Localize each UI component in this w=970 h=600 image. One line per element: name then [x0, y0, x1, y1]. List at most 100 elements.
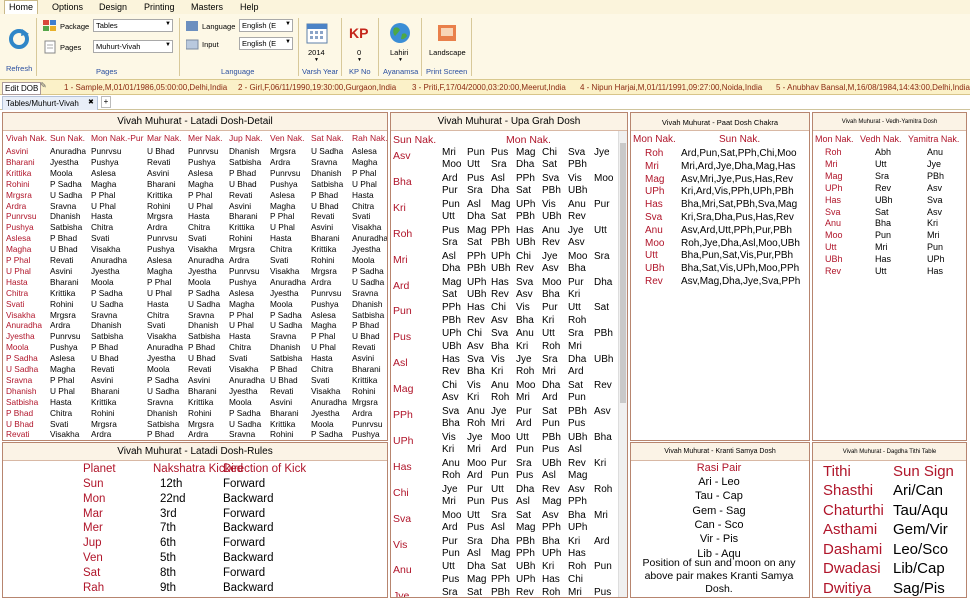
mon-nak: Jye — [542, 250, 558, 262]
mon-nak: Asv — [442, 392, 459, 404]
mon-nak: Pus — [542, 444, 560, 456]
mon-nak: Mri — [542, 366, 556, 378]
year-value[interactable]: 2014 — [308, 48, 325, 57]
mon-nak: Moo — [594, 172, 614, 184]
mon-nak: Rev — [542, 236, 560, 248]
scrollbar-thumb[interactable] — [620, 143, 626, 403]
dob-record-4[interactable]: 4 - Nipun Harjai,M,01/11/1991,09:27:00,N… — [580, 83, 762, 92]
column-header: Sat Nak. — [311, 133, 344, 143]
close-icon[interactable]: ✖ — [88, 98, 94, 106]
print-icon[interactable] — [437, 23, 457, 43]
kick-direction: Forward — [223, 478, 266, 490]
table-cell: P Phal — [311, 331, 336, 342]
table-cell: U Sadha — [188, 298, 221, 309]
refresh-label[interactable]: Refresh — [6, 64, 32, 73]
table-cell: Magha — [50, 364, 76, 374]
table-cell: Pushya — [91, 156, 119, 167]
table-cell: Satbisha — [270, 353, 303, 364]
mon-nak: Pun — [594, 561, 612, 573]
mon-nak: Asl — [467, 547, 481, 559]
table-cell: P Phal — [352, 167, 377, 178]
kp-icon[interactable]: KP — [349, 24, 371, 42]
mon-nak: Sat — [542, 159, 558, 171]
mon-nak: Chi — [568, 573, 584, 585]
mon-nak: Vis — [491, 354, 505, 366]
menu-printing[interactable]: Printing — [144, 2, 175, 12]
menu-home[interactable]: Home — [4, 0, 39, 14]
menu-help[interactable]: Help — [240, 2, 259, 12]
pencil-icon[interactable]: ✎ — [40, 81, 47, 90]
table-cell: Moola — [352, 255, 375, 265]
scrollbar[interactable] — [618, 131, 627, 597]
table-cell: Moola — [270, 298, 293, 309]
package-select[interactable]: Tables ▼ — [93, 19, 173, 32]
table-cell: Svati — [270, 255, 289, 265]
mon-nak: Dha — [491, 185, 510, 197]
globe-icon[interactable] — [389, 22, 411, 44]
dob-record-5[interactable]: 5 - Anubhav Bansal,M,16/08/1984,14:43:00… — [776, 83, 970, 92]
sun-nak: Ard — [393, 279, 410, 292]
mon-nak: Jye — [442, 483, 458, 495]
package-icon — [43, 20, 57, 32]
table-cell: Jyestha — [188, 265, 217, 276]
table-cell: Bharani — [147, 178, 176, 189]
mon-nak: Kri — [516, 340, 529, 352]
mon-nak: Sra — [491, 159, 507, 171]
latadi-detail-panel: Vivah Muhurat - Latadi Dosh-Detail Vivah… — [2, 112, 388, 441]
column-header: Sun Nak. — [719, 134, 761, 145]
mon-nak: Rev — [491, 288, 509, 300]
mon-nak: UBh — [442, 340, 462, 352]
calendar-icon[interactable] — [306, 22, 328, 44]
input-select[interactable]: English (E ▼ — [239, 37, 293, 50]
column-header: Tithi — [823, 463, 851, 480]
add-tab-button[interactable]: + — [101, 96, 111, 108]
ribbon: Refresh Package Tables ▼ Pages Muhurt-Viv… — [0, 14, 970, 80]
mon-nak: Bha — [467, 366, 485, 378]
mon-nak: Jye — [594, 147, 610, 158]
table-cell: Sravna — [50, 200, 77, 211]
pages-select[interactable]: Muhurt-Vivah ▼ — [93, 40, 173, 53]
kranti-note: Position of sun and moon on any above pa… — [642, 557, 796, 595]
mon-nak: Moo — [542, 276, 562, 288]
tab-muhurt-vivah[interactable]: Tables/Muhurt-Vivah — [2, 96, 98, 110]
mon-nak: Utt — [442, 211, 455, 222]
mon-nak: PBh — [568, 406, 587, 417]
refresh-icon[interactable] — [8, 28, 30, 50]
mon-nak: Pun — [516, 444, 534, 456]
table-cell: U Phal — [352, 178, 377, 189]
svg-text:KP: KP — [349, 25, 368, 41]
mon-nak: Chi — [491, 302, 507, 314]
table-cell: Revati — [229, 189, 253, 200]
table-cell: P Phal — [229, 309, 254, 320]
mon-nak: Sva — [645, 212, 663, 223]
kp-value[interactable]: 0 — [357, 48, 361, 57]
menu-design[interactable]: Design — [99, 2, 127, 12]
table-cell: U Sadha — [311, 146, 344, 156]
print-value[interactable]: Landscape — [429, 48, 466, 57]
mon-nak: Has — [467, 302, 485, 314]
ayanamsa-value[interactable]: Lahiri — [390, 48, 408, 57]
language-select[interactable]: English (E ▼ — [239, 19, 293, 32]
input-icon — [185, 39, 199, 50]
mon-nak: Pus — [467, 172, 485, 184]
menu-masters[interactable]: Masters — [191, 2, 223, 12]
edit-dob-button[interactable]: Edit DOB — [2, 82, 42, 95]
menu-options[interactable]: Options — [52, 2, 83, 12]
dob-record-2[interactable]: 2 - Girl,F,06/11/1990,19:30:00,Gurgaon,I… — [238, 83, 396, 92]
table-cell: Revati — [352, 342, 376, 353]
table-cell: Ardra — [311, 276, 332, 287]
table-cell: Svati — [91, 233, 110, 244]
column-header: Mer Nak. — [188, 133, 223, 143]
sun-nak: UPh — [393, 434, 414, 447]
table-cell: Jyestha — [50, 156, 79, 167]
mon-nak: Jye — [568, 224, 584, 236]
mon-nak: PBh — [594, 328, 613, 340]
table-cell: P Bhad — [352, 320, 380, 331]
dob-record-1[interactable]: 1 - Sample,M,01/01/1986,05:00:00,Delhi,I… — [64, 83, 227, 92]
mon-nak: Sva — [568, 147, 586, 158]
table-cell: Rohini — [50, 298, 74, 309]
table-cell: P Sadha — [311, 429, 343, 440]
table-cell: P Phal — [270, 211, 295, 222]
table-cell: Moola — [6, 342, 29, 353]
dob-record-3[interactable]: 3 - Priti,F,17/04/2000,03:20:00,Meerut,I… — [412, 83, 566, 92]
